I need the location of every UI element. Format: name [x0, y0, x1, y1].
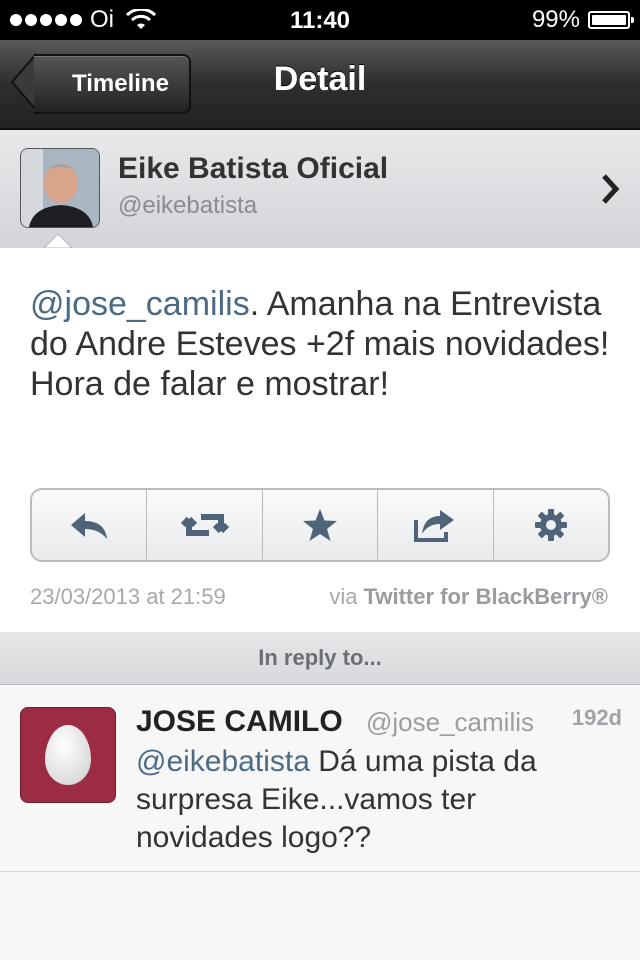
reply-author-name: JOSE CAMILO	[136, 705, 343, 738]
profile-handle: @eikebatista	[118, 192, 258, 219]
retweet-icon	[180, 514, 229, 536]
share-button[interactable]	[378, 490, 494, 560]
reply-icon	[71, 513, 108, 539]
more-options-button[interactable]	[494, 490, 608, 560]
reply-text: @eikebatista Dá uma pista da surpresa Ei…	[136, 743, 596, 857]
navigation-bar: Timeline Detail	[0, 40, 640, 130]
tweet-detail: @jose_camilis. Amanha na Entrevista do A…	[0, 248, 640, 633]
tweet-source-prefix: via	[329, 584, 364, 609]
in-reply-to-header: In reply to...	[0, 632, 640, 685]
tweet-source: via Twitter for BlackBerry®	[329, 584, 608, 610]
retweet-button[interactable]	[147, 490, 263, 560]
avatar[interactable]	[20, 148, 100, 228]
reply-tweet-row[interactable]: JOSE CAMILO @jose_camilis 192d @eikebati…	[0, 685, 640, 872]
page-title: Detail	[273, 60, 367, 98]
tweet-mention-link[interactable]: @jose_camilis	[30, 285, 250, 323]
battery-percent: 99%	[531, 6, 580, 33]
share-icon	[414, 510, 455, 542]
profile-photo-icon	[21, 149, 99, 227]
reply-author-handle: @jose_camilis	[366, 707, 534, 737]
reply-mention-link[interactable]: @eikebatista	[136, 745, 310, 778]
star-icon	[303, 509, 338, 541]
profile-header[interactable]: Eike Batista Oficial @eikebatista	[0, 130, 640, 249]
reply-age: 192d	[571, 705, 622, 730]
tweet-source-app[interactable]: Twitter for BlackBerry®	[364, 584, 608, 609]
status-right: 99%	[531, 6, 634, 34]
gear-icon	[534, 509, 567, 541]
tweet-timestamp: 23/03/2013 at 21:59	[30, 584, 226, 609]
tweet-text: @jose_camilis. Amanha na Entrevista do A…	[30, 284, 610, 404]
battery-icon	[588, 11, 634, 29]
reply-avatar[interactable]	[20, 707, 116, 803]
reply-button[interactable]	[32, 490, 148, 560]
status-bar: Oi 11:40 99%	[0, 0, 640, 40]
profile-name: Eike Batista Oficial	[118, 152, 389, 185]
favorite-button[interactable]	[263, 490, 379, 560]
default-egg-icon	[45, 725, 91, 785]
tweet-actions	[30, 488, 610, 562]
callout-pointer	[44, 234, 72, 248]
chevron-right-icon[interactable]	[600, 172, 622, 206]
